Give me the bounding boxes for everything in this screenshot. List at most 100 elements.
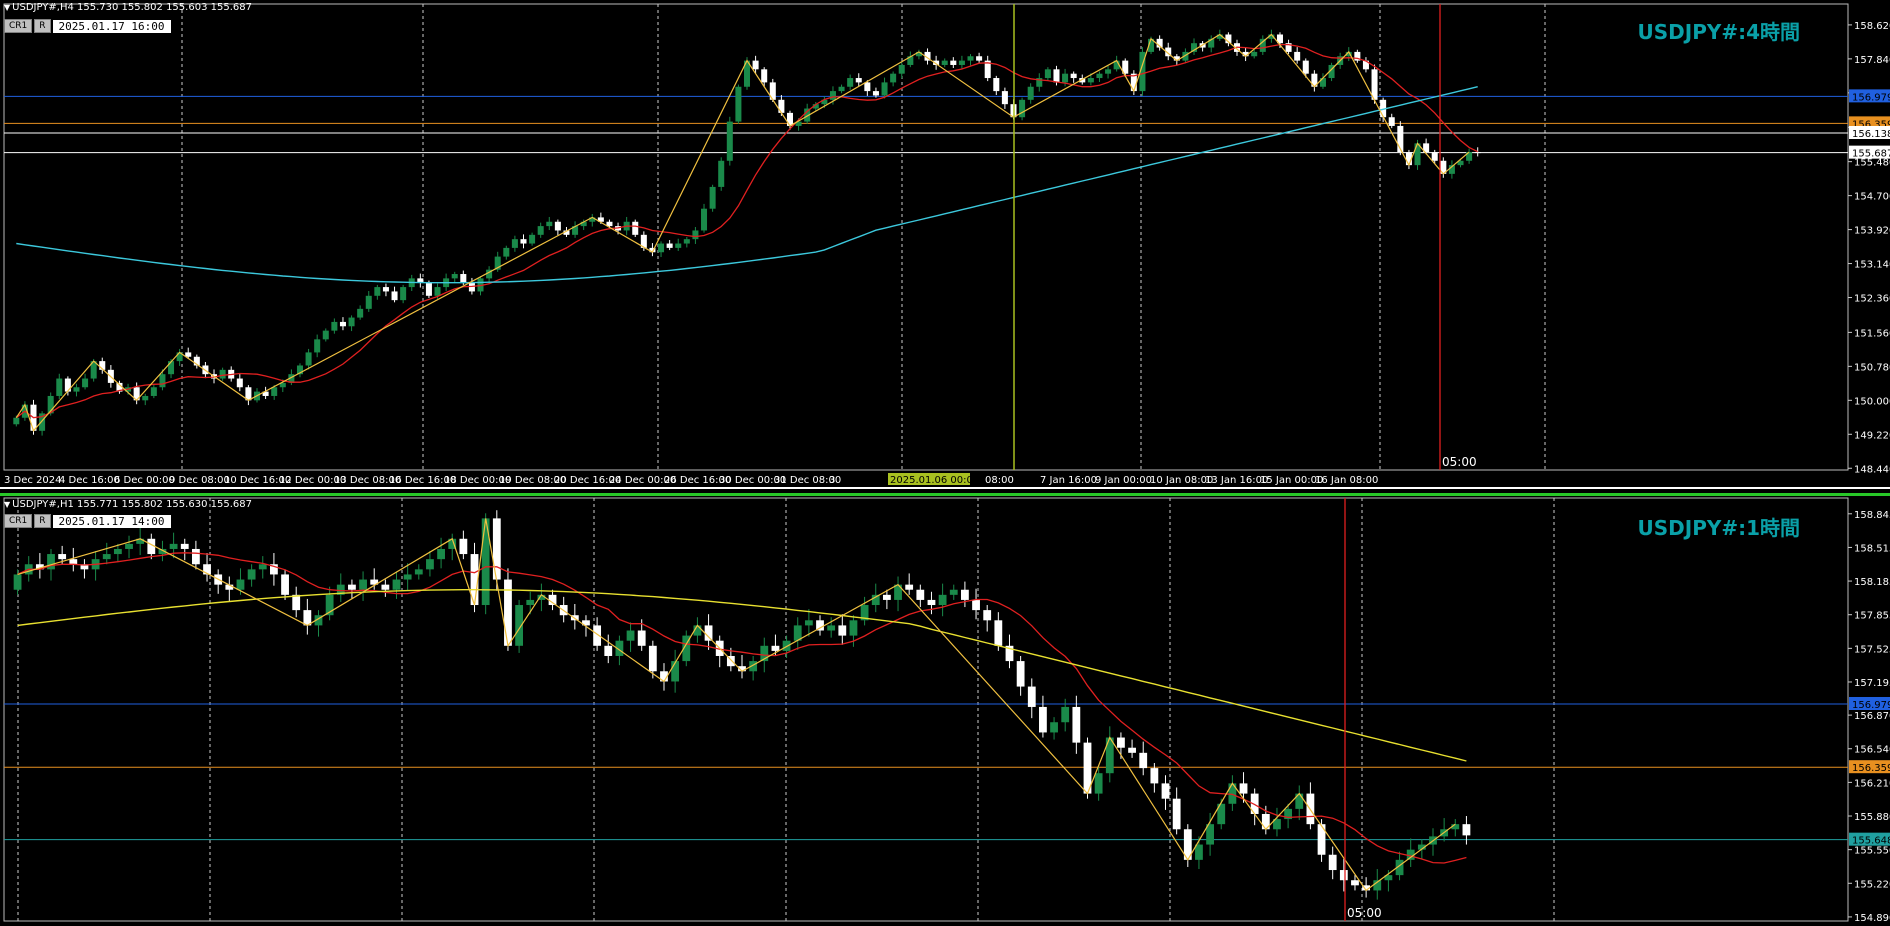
candle-body: [1259, 38, 1266, 52]
h1-chart-pane[interactable]: 05:00 158.845 158.515 158.185 157.855 157.525…: [0, 493, 1890, 926]
h4-chart-pane[interactable]: 05:00158.620157.840157.060156.270155.480…: [0, 0, 1890, 489]
candle-body: [735, 86, 742, 122]
y-tick-label: 156.540: [1854, 745, 1890, 756]
x-tick-label: 15 Jan 00:00: [1260, 475, 1323, 486]
candle-body: [1388, 117, 1395, 126]
h4-cr1-button[interactable]: CR1: [4, 19, 33, 33]
candle-body: [1094, 773, 1103, 794]
candle-body: [381, 584, 390, 590]
candle-body: [1195, 844, 1203, 860]
h1-cr1-button[interactable]: CR1: [4, 514, 33, 528]
candle-body: [191, 548, 200, 565]
candle-body: [292, 594, 301, 611]
candle-body: [1027, 686, 1036, 707]
candle-body: [511, 239, 518, 248]
candle-body: [1087, 78, 1094, 83]
candle-body: [632, 221, 639, 235]
candle-body: [949, 589, 958, 595]
candle-body: [916, 589, 925, 600]
zigzag-line: [15, 33, 1470, 432]
candle-body: [1027, 86, 1034, 100]
y-tick-label: 155.550: [1854, 846, 1890, 857]
candle-body: [168, 361, 175, 375]
candle-body: [675, 243, 682, 248]
candle-body: [905, 584, 914, 590]
candle-body: [414, 569, 423, 575]
candle-body: [881, 82, 888, 96]
candle-body: [142, 395, 149, 401]
h4-chart-canvas[interactable]: 05:00158.620157.840157.060156.270155.480…: [0, 0, 1890, 489]
candle-body: [958, 60, 965, 65]
candle-body: [1062, 73, 1069, 83]
h4-header-text: USDJPY#,H4 155.730 155.802 155.603 155.6…: [12, 2, 252, 13]
h1-header-text: USDJPY#,H1 155.771 155.802 155.630 155.6…: [12, 499, 252, 510]
y-tick-label: 154.700: [1854, 192, 1890, 203]
candle-body: [169, 543, 178, 549]
candle-body: [637, 630, 646, 646]
candle-body: [718, 160, 725, 187]
h4-date-box: 2025.01.17 16:00: [52, 19, 171, 33]
candle-body: [526, 599, 535, 606]
y-tick-label: 152.360: [1854, 294, 1890, 305]
candle-body: [359, 579, 367, 590]
y-tick-label: 153.140: [1854, 260, 1890, 271]
candle-body: [1039, 706, 1047, 733]
candle-body: [281, 574, 289, 595]
candle-body: [1072, 706, 1081, 743]
candle-body: [1150, 768, 1159, 784]
h1-chart-canvas[interactable]: 05:00 158.845 158.515 158.185 157.855 157.525…: [0, 496, 1890, 926]
candle-body: [1351, 880, 1359, 886]
x-tick-label: 9 Dec 08:00: [169, 475, 230, 486]
candle-body: [994, 620, 1003, 646]
candle-body: [1001, 91, 1008, 105]
candle-body: [847, 78, 854, 87]
price-label-text: 156.138: [1852, 129, 1890, 140]
h1-r-button[interactable]: R: [34, 514, 51, 528]
candle-body: [1096, 73, 1103, 79]
plot-frame: [3, 497, 1849, 922]
candle-body: [426, 559, 434, 570]
candle-body: [322, 330, 329, 340]
candle-body: [1239, 783, 1248, 794]
candle-body: [13, 574, 22, 590]
candle-body: [1105, 69, 1112, 74]
y-tick-label: 157.855: [1854, 611, 1890, 622]
candle-body: [976, 56, 983, 61]
candle-body: [761, 69, 768, 83]
candle-body: [73, 387, 80, 392]
candle-body: [683, 239, 690, 244]
pane-menu-icon[interactable]: ▼: [4, 500, 10, 509]
ma-slow-line: [16, 86, 1478, 284]
candle-body: [1019, 99, 1026, 118]
candle-body: [786, 112, 793, 126]
candle-body: [219, 369, 226, 379]
candle-body: [125, 543, 133, 549]
candle-body: [1161, 783, 1170, 799]
y-tick-label: 157.195: [1854, 678, 1890, 689]
candle-body: [1128, 747, 1136, 753]
candle-body: [972, 599, 980, 611]
candle-body: [658, 243, 665, 253]
candle-body: [864, 82, 871, 92]
candle-body: [348, 317, 355, 327]
x-tick-label: 08:00: [985, 475, 1014, 486]
x-tick-label: 10 Jan 08:00: [1150, 475, 1213, 486]
y-tick-label: 155.220: [1854, 879, 1890, 890]
candle-body: [1294, 51, 1301, 61]
price-label-text: 156.359: [1852, 763, 1890, 774]
candle-body: [827, 625, 836, 631]
candle-body: [1070, 73, 1077, 79]
h4-r-button[interactable]: R: [34, 19, 51, 33]
candle-body: [400, 287, 407, 301]
h1-controls: CR1 R 2025.01.17 14:00: [4, 514, 171, 528]
price-label-text: 156.979: [1852, 92, 1890, 103]
candle-body: [459, 538, 468, 555]
candle-body: [626, 630, 635, 641]
vline-red-label: 05:00: [1442, 455, 1477, 469]
pane-menu-icon[interactable]: ▼: [4, 3, 10, 12]
candle-body: [13, 417, 20, 425]
candle-body: [56, 378, 63, 396]
candle-body: [692, 230, 699, 240]
y-tick-label: 158.845: [1854, 510, 1890, 521]
candle-body: [492, 518, 501, 580]
